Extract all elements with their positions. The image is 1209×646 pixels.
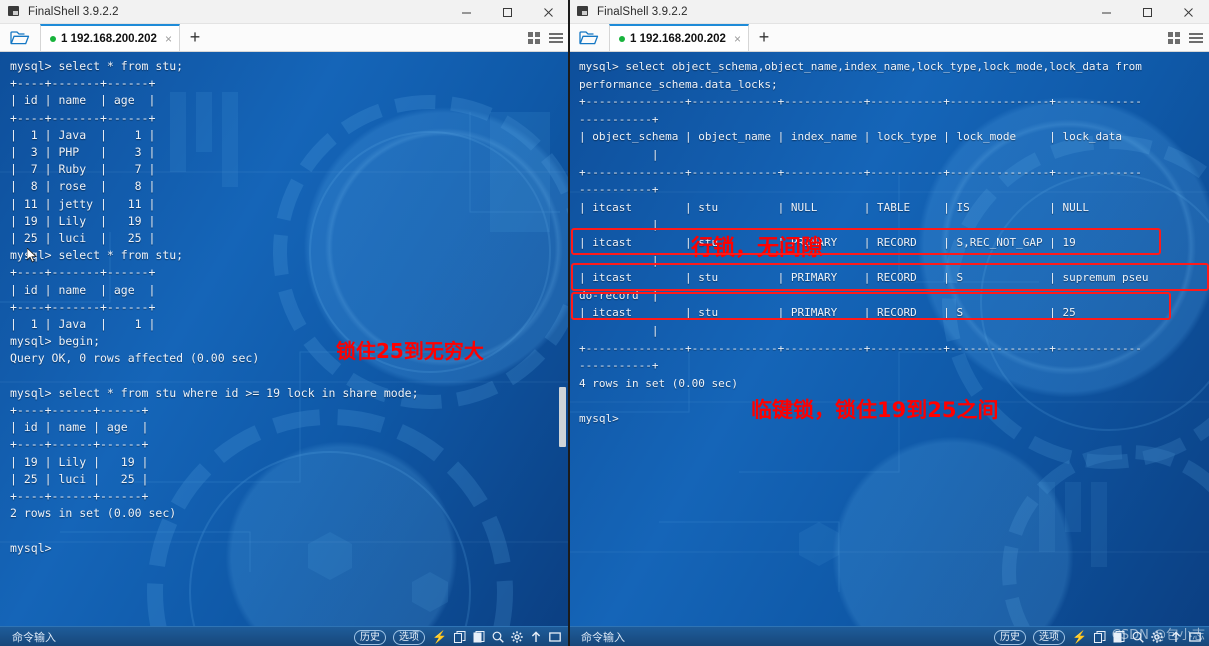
- session-tab[interactable]: 1 192.168.200.202 ×: [609, 24, 749, 51]
- close-button[interactable]: [528, 0, 569, 24]
- window-icon[interactable]: [1189, 631, 1201, 643]
- upload-icon[interactable]: [530, 631, 542, 643]
- window-controls-right: [1086, 0, 1209, 24]
- session-tab[interactable]: 1 192.168.200.202 ×: [40, 24, 180, 51]
- maximize-button[interactable]: [1127, 0, 1168, 24]
- terminal-output-left: mysql> select * from stu; +----+-------+…: [10, 59, 419, 555]
- terminal-left[interactable]: mysql> select * from stu; +----+-------+…: [0, 52, 569, 626]
- highlight-box-supremum: [571, 263, 1209, 291]
- command-input-label[interactable]: 命令输入: [581, 629, 625, 645]
- annotation-next-key-lock: 临键锁，锁住19到25之间: [751, 398, 999, 422]
- gear-icon[interactable]: [1151, 631, 1163, 643]
- connection-status-dot: [619, 35, 625, 42]
- tab-close-icon[interactable]: ×: [165, 32, 172, 46]
- app-icon: [8, 5, 21, 18]
- tabbar-actions-left: [528, 24, 563, 52]
- menu-icon[interactable]: [549, 33, 563, 43]
- terminal-scrollbar-left[interactable]: [559, 387, 566, 447]
- connection-status-dot: [50, 35, 56, 42]
- bolt-icon[interactable]: ⚡: [1072, 631, 1087, 643]
- highlight-box-rec-not-gap: [571, 228, 1161, 255]
- tabbar-right: 1 192.168.200.202 × +: [569, 24, 1209, 52]
- session-tab-label: 1 192.168.200.202: [61, 32, 157, 45]
- screen: FinalShell 3.9.2.2 1 192.168.200.202 × +…: [0, 0, 1209, 646]
- app-icon: [577, 5, 590, 18]
- window-title: FinalShell 3.9.2.2: [597, 5, 688, 18]
- open-folder-button[interactable]: [569, 24, 609, 51]
- history-button[interactable]: 历史: [994, 629, 1027, 645]
- highlight-box-record-25: [571, 292, 1171, 320]
- search-icon[interactable]: [1132, 631, 1144, 643]
- grid-layout-icon[interactable]: [528, 32, 540, 44]
- grid-layout-icon[interactable]: [1168, 32, 1180, 44]
- titlebar-left: FinalShell 3.9.2.2: [0, 0, 569, 24]
- finalshell-window-right: FinalShell 3.9.2.2 1 192.168.200.202 × +…: [569, 0, 1209, 646]
- paste-icon[interactable]: [1113, 631, 1125, 643]
- options-button[interactable]: 选项: [1033, 629, 1066, 645]
- statusbar-actions-left: 历史 选项 ⚡: [354, 627, 561, 646]
- copy-icon[interactable]: [1094, 631, 1106, 643]
- options-button[interactable]: 选项: [393, 629, 426, 645]
- window-icon[interactable]: [549, 631, 561, 643]
- open-folder-button[interactable]: [0, 24, 40, 51]
- statusbar-left: 命令输入 历史 选项 ⚡: [0, 626, 569, 646]
- new-tab-button[interactable]: +: [749, 24, 779, 51]
- copy-icon[interactable]: [454, 631, 466, 643]
- statusbar-actions-right: 历史 选项 ⚡: [994, 627, 1201, 646]
- tabbar-left: 1 192.168.200.202 × +: [0, 24, 569, 52]
- close-button[interactable]: [1168, 0, 1209, 24]
- maximize-button[interactable]: [487, 0, 528, 24]
- history-button[interactable]: 历史: [354, 629, 387, 645]
- titlebar-right: FinalShell 3.9.2.2: [569, 0, 1209, 24]
- terminal-right[interactable]: mysql> select object_schema,object_name,…: [569, 52, 1209, 626]
- mouse-cursor: [27, 248, 37, 263]
- statusbar-right: 命令输入 历史 选项 ⚡ CSDN @包小志: [569, 626, 1209, 646]
- gear-icon[interactable]: [511, 631, 523, 643]
- window-controls-left: [446, 0, 569, 24]
- annotation-lock-range-left: 锁住25到无穷大: [336, 339, 484, 363]
- window-divider: [568, 0, 570, 646]
- new-tab-button[interactable]: +: [180, 24, 210, 51]
- tabbar-actions-right: [1168, 24, 1203, 52]
- menu-icon[interactable]: [1189, 33, 1203, 43]
- command-input-label[interactable]: 命令输入: [12, 629, 56, 645]
- minimize-button[interactable]: [446, 0, 487, 24]
- minimize-button[interactable]: [1086, 0, 1127, 24]
- window-title: FinalShell 3.9.2.2: [28, 5, 119, 18]
- upload-icon[interactable]: [1170, 631, 1182, 643]
- tab-close-icon[interactable]: ×: [734, 32, 741, 46]
- paste-icon[interactable]: [473, 631, 485, 643]
- bolt-icon[interactable]: ⚡: [432, 631, 447, 643]
- session-tab-label: 1 192.168.200.202: [630, 32, 726, 45]
- finalshell-window-left: FinalShell 3.9.2.2 1 192.168.200.202 × +…: [0, 0, 569, 646]
- search-icon[interactable]: [492, 631, 504, 643]
